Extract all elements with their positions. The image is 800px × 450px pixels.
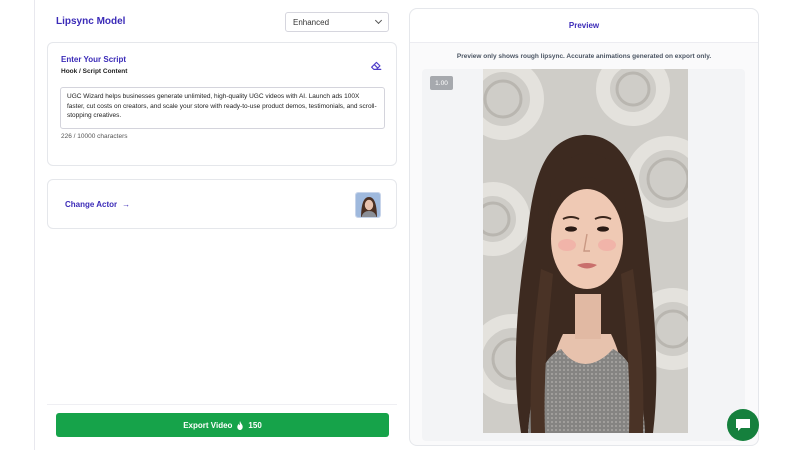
- preview-header: Preview: [410, 9, 758, 43]
- actor-thumbnail[interactable]: [355, 192, 381, 218]
- model-select-value: Enhanced: [293, 17, 330, 27]
- preview-panel: Preview Preview only shows rough lipsync…: [409, 8, 759, 446]
- footer-divider: [47, 404, 397, 405]
- character-count: 226 / 10000 characters: [61, 133, 128, 140]
- playback-speed-badge[interactable]: 1.00: [430, 76, 453, 90]
- change-actor-button[interactable]: Change Actor →: [65, 200, 130, 209]
- flame-icon: [237, 420, 244, 430]
- lipsync-model-title: Lipsync Model: [56, 16, 126, 27]
- actor-card: Change Actor →: [47, 179, 397, 229]
- lipsync-model-select[interactable]: Enhanced: [285, 12, 389, 32]
- arrow-right-icon: →: [122, 200, 131, 209]
- change-actor-label: Change Actor: [65, 200, 118, 209]
- chat-support-button[interactable]: [727, 409, 759, 441]
- script-subtitle: Hook / Script Content: [61, 68, 128, 75]
- export-cost: 150: [248, 420, 262, 430]
- actor-video-preview[interactable]: [483, 69, 688, 433]
- chevron-down-icon: [374, 16, 383, 25]
- chat-icon: [736, 419, 750, 431]
- eraser-icon[interactable]: [369, 58, 383, 72]
- left-border: [34, 0, 35, 450]
- lipsync-editor: Lipsync Model Enhanced Enter Your Script…: [0, 0, 800, 450]
- export-video-button[interactable]: Export Video 150: [56, 413, 389, 437]
- preview-note: Preview only shows rough lipsync. Accura…: [456, 53, 712, 60]
- script-textarea[interactable]: UGC Wizard helps businesses generate unl…: [60, 87, 385, 129]
- export-video-label: Export Video: [183, 420, 233, 430]
- script-title: Enter Your Script: [61, 55, 127, 64]
- video-area: 1.00: [422, 69, 745, 441]
- script-card: Enter Your Script Hook / Script Content …: [47, 42, 397, 166]
- preview-title: Preview: [568, 21, 600, 30]
